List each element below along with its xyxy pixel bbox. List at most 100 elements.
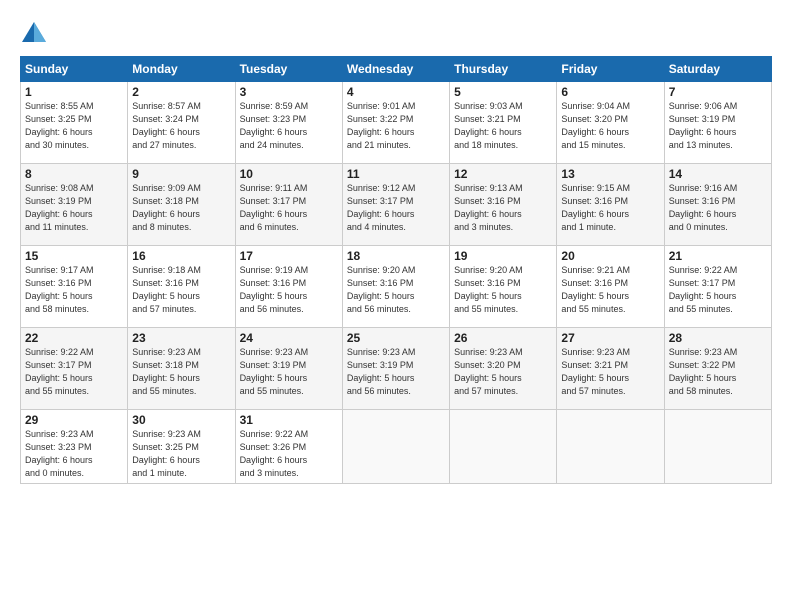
weekday-header-monday: Monday — [128, 57, 235, 82]
calendar-week-row: 22Sunrise: 9:22 AM Sunset: 3:17 PM Dayli… — [21, 328, 772, 410]
weekday-header-row: SundayMondayTuesdayWednesdayThursdayFrid… — [21, 57, 772, 82]
day-info: Sunrise: 9:20 AM Sunset: 3:16 PM Dayligh… — [454, 264, 552, 316]
day-info: Sunrise: 9:22 AM Sunset: 3:26 PM Dayligh… — [240, 428, 338, 480]
day-number: 23 — [132, 331, 230, 345]
day-info: Sunrise: 9:17 AM Sunset: 3:16 PM Dayligh… — [25, 264, 123, 316]
day-number: 5 — [454, 85, 552, 99]
calendar-cell: 26Sunrise: 9:23 AM Sunset: 3:20 PM Dayli… — [450, 328, 557, 410]
calendar-week-row: 1Sunrise: 8:55 AM Sunset: 3:25 PM Daylig… — [21, 82, 772, 164]
day-number: 24 — [240, 331, 338, 345]
day-info: Sunrise: 9:04 AM Sunset: 3:20 PM Dayligh… — [561, 100, 659, 152]
logo — [20, 18, 52, 46]
calendar-cell: 13Sunrise: 9:15 AM Sunset: 3:16 PM Dayli… — [557, 164, 664, 246]
day-number: 19 — [454, 249, 552, 263]
day-number: 31 — [240, 413, 338, 427]
calendar-cell: 18Sunrise: 9:20 AM Sunset: 3:16 PM Dayli… — [342, 246, 449, 328]
day-number: 26 — [454, 331, 552, 345]
calendar-week-row: 15Sunrise: 9:17 AM Sunset: 3:16 PM Dayli… — [21, 246, 772, 328]
calendar-cell: 28Sunrise: 9:23 AM Sunset: 3:22 PM Dayli… — [664, 328, 771, 410]
calendar-cell: 16Sunrise: 9:18 AM Sunset: 3:16 PM Dayli… — [128, 246, 235, 328]
calendar-cell: 5Sunrise: 9:03 AM Sunset: 3:21 PM Daylig… — [450, 82, 557, 164]
day-info: Sunrise: 9:23 AM Sunset: 3:22 PM Dayligh… — [669, 346, 767, 398]
day-number: 9 — [132, 167, 230, 181]
calendar-cell: 1Sunrise: 8:55 AM Sunset: 3:25 PM Daylig… — [21, 82, 128, 164]
calendar-cell: 27Sunrise: 9:23 AM Sunset: 3:21 PM Dayli… — [557, 328, 664, 410]
calendar-cell: 3Sunrise: 8:59 AM Sunset: 3:23 PM Daylig… — [235, 82, 342, 164]
calendar-cell: 12Sunrise: 9:13 AM Sunset: 3:16 PM Dayli… — [450, 164, 557, 246]
day-info: Sunrise: 9:13 AM Sunset: 3:16 PM Dayligh… — [454, 182, 552, 234]
day-info: Sunrise: 9:18 AM Sunset: 3:16 PM Dayligh… — [132, 264, 230, 316]
day-info: Sunrise: 9:09 AM Sunset: 3:18 PM Dayligh… — [132, 182, 230, 234]
calendar-cell: 6Sunrise: 9:04 AM Sunset: 3:20 PM Daylig… — [557, 82, 664, 164]
day-info: Sunrise: 9:11 AM Sunset: 3:17 PM Dayligh… — [240, 182, 338, 234]
calendar-cell — [450, 410, 557, 484]
calendar-cell: 2Sunrise: 8:57 AM Sunset: 3:24 PM Daylig… — [128, 82, 235, 164]
day-number: 6 — [561, 85, 659, 99]
day-info: Sunrise: 9:22 AM Sunset: 3:17 PM Dayligh… — [25, 346, 123, 398]
day-number: 25 — [347, 331, 445, 345]
day-number: 2 — [132, 85, 230, 99]
day-number: 14 — [669, 167, 767, 181]
calendar-cell: 9Sunrise: 9:09 AM Sunset: 3:18 PM Daylig… — [128, 164, 235, 246]
day-info: Sunrise: 9:21 AM Sunset: 3:16 PM Dayligh… — [561, 264, 659, 316]
calendar-cell: 14Sunrise: 9:16 AM Sunset: 3:16 PM Dayli… — [664, 164, 771, 246]
weekday-header-thursday: Thursday — [450, 57, 557, 82]
day-info: Sunrise: 9:23 AM Sunset: 3:18 PM Dayligh… — [132, 346, 230, 398]
day-number: 17 — [240, 249, 338, 263]
day-info: Sunrise: 9:19 AM Sunset: 3:16 PM Dayligh… — [240, 264, 338, 316]
day-info: Sunrise: 9:06 AM Sunset: 3:19 PM Dayligh… — [669, 100, 767, 152]
calendar-cell — [557, 410, 664, 484]
day-number: 13 — [561, 167, 659, 181]
day-info: Sunrise: 9:08 AM Sunset: 3:19 PM Dayligh… — [25, 182, 123, 234]
day-number: 8 — [25, 167, 123, 181]
day-number: 28 — [669, 331, 767, 345]
day-number: 27 — [561, 331, 659, 345]
day-info: Sunrise: 9:03 AM Sunset: 3:21 PM Dayligh… — [454, 100, 552, 152]
calendar-week-row: 29Sunrise: 9:23 AM Sunset: 3:23 PM Dayli… — [21, 410, 772, 484]
calendar-cell — [664, 410, 771, 484]
day-info: Sunrise: 9:16 AM Sunset: 3:16 PM Dayligh… — [669, 182, 767, 234]
day-info: Sunrise: 9:12 AM Sunset: 3:17 PM Dayligh… — [347, 182, 445, 234]
day-number: 10 — [240, 167, 338, 181]
calendar-cell: 19Sunrise: 9:20 AM Sunset: 3:16 PM Dayli… — [450, 246, 557, 328]
day-number: 22 — [25, 331, 123, 345]
calendar-cell: 31Sunrise: 9:22 AM Sunset: 3:26 PM Dayli… — [235, 410, 342, 484]
calendar-cell — [342, 410, 449, 484]
weekday-header-saturday: Saturday — [664, 57, 771, 82]
calendar-cell: 25Sunrise: 9:23 AM Sunset: 3:19 PM Dayli… — [342, 328, 449, 410]
day-info: Sunrise: 8:57 AM Sunset: 3:24 PM Dayligh… — [132, 100, 230, 152]
day-number: 3 — [240, 85, 338, 99]
logo-icon — [20, 18, 48, 46]
day-number: 7 — [669, 85, 767, 99]
day-info: Sunrise: 9:15 AM Sunset: 3:16 PM Dayligh… — [561, 182, 659, 234]
day-info: Sunrise: 9:23 AM Sunset: 3:25 PM Dayligh… — [132, 428, 230, 480]
day-number: 15 — [25, 249, 123, 263]
calendar-cell: 29Sunrise: 9:23 AM Sunset: 3:23 PM Dayli… — [21, 410, 128, 484]
day-info: Sunrise: 9:23 AM Sunset: 3:19 PM Dayligh… — [347, 346, 445, 398]
calendar-cell: 20Sunrise: 9:21 AM Sunset: 3:16 PM Dayli… — [557, 246, 664, 328]
calendar-cell: 7Sunrise: 9:06 AM Sunset: 3:19 PM Daylig… — [664, 82, 771, 164]
day-number: 12 — [454, 167, 552, 181]
calendar-cell: 17Sunrise: 9:19 AM Sunset: 3:16 PM Dayli… — [235, 246, 342, 328]
day-info: Sunrise: 8:55 AM Sunset: 3:25 PM Dayligh… — [25, 100, 123, 152]
header — [20, 18, 772, 46]
day-number: 18 — [347, 249, 445, 263]
calendar-cell: 21Sunrise: 9:22 AM Sunset: 3:17 PM Dayli… — [664, 246, 771, 328]
weekday-header-sunday: Sunday — [21, 57, 128, 82]
day-info: Sunrise: 9:23 AM Sunset: 3:19 PM Dayligh… — [240, 346, 338, 398]
weekday-header-tuesday: Tuesday — [235, 57, 342, 82]
day-number: 11 — [347, 167, 445, 181]
calendar-cell: 22Sunrise: 9:22 AM Sunset: 3:17 PM Dayli… — [21, 328, 128, 410]
day-info: Sunrise: 9:20 AM Sunset: 3:16 PM Dayligh… — [347, 264, 445, 316]
calendar-week-row: 8Sunrise: 9:08 AM Sunset: 3:19 PM Daylig… — [21, 164, 772, 246]
day-info: Sunrise: 9:01 AM Sunset: 3:22 PM Dayligh… — [347, 100, 445, 152]
day-number: 21 — [669, 249, 767, 263]
calendar-cell: 24Sunrise: 9:23 AM Sunset: 3:19 PM Dayli… — [235, 328, 342, 410]
page: SundayMondayTuesdayWednesdayThursdayFrid… — [0, 0, 792, 612]
day-info: Sunrise: 9:23 AM Sunset: 3:23 PM Dayligh… — [25, 428, 123, 480]
calendar-cell: 11Sunrise: 9:12 AM Sunset: 3:17 PM Dayli… — [342, 164, 449, 246]
calendar-cell: 30Sunrise: 9:23 AM Sunset: 3:25 PM Dayli… — [128, 410, 235, 484]
calendar-cell: 23Sunrise: 9:23 AM Sunset: 3:18 PM Dayli… — [128, 328, 235, 410]
weekday-header-friday: Friday — [557, 57, 664, 82]
calendar-table: SundayMondayTuesdayWednesdayThursdayFrid… — [20, 56, 772, 484]
